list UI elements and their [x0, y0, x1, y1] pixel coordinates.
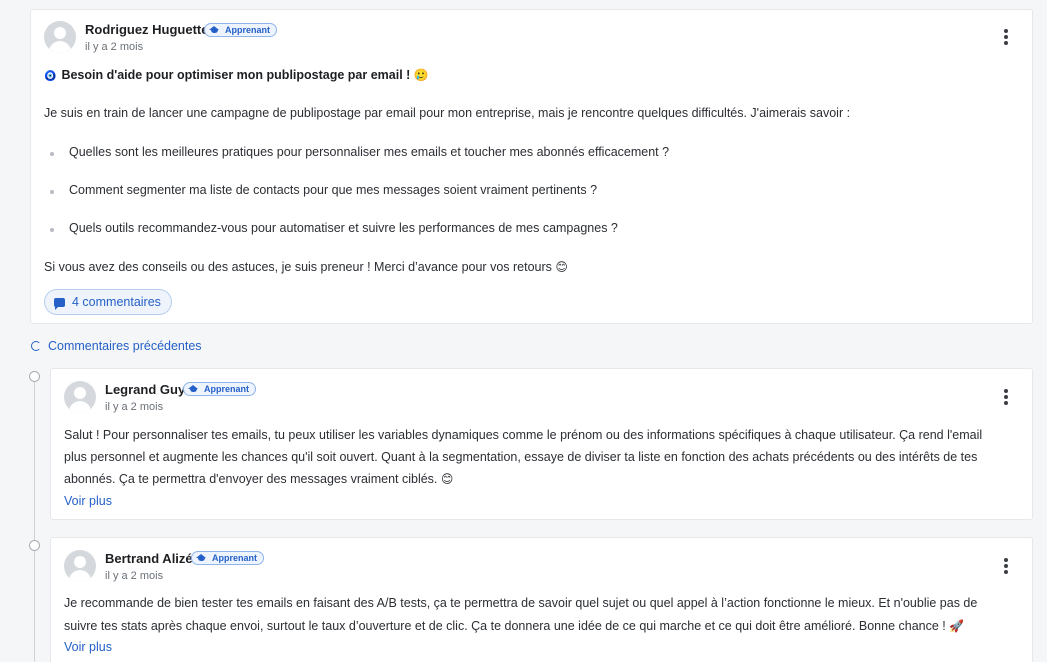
- comment-line: Je recommande de bien tester tes emails …: [64, 596, 978, 610]
- more-vertical-icon[interactable]: [1001, 29, 1011, 45]
- more-vertical-icon[interactable]: [1001, 389, 1011, 405]
- bullet-dot: [50, 228, 54, 232]
- nazar-emoji: 🧿: [44, 71, 57, 82]
- post-closing-text: Si vous avez des conseils ou des astuces…: [44, 260, 552, 274]
- comments-count-label: 4 commentaires: [72, 295, 161, 309]
- chat-bubble-icon: [54, 297, 65, 310]
- user-avatar-icon[interactable]: [64, 381, 96, 413]
- comment-card: Legrand Guy Apprenant il y a 2 mois Salu…: [50, 368, 1033, 520]
- user-avatar-icon[interactable]: [44, 21, 76, 53]
- graduation-cap-icon: [196, 554, 207, 562]
- post-title: 🧿 Besoin d'aide pour optimiser mon publip…: [44, 68, 429, 82]
- apprenant-badge: Apprenant: [183, 382, 256, 396]
- comment-line: Salut ! Pour personnaliser tes emails, t…: [64, 428, 983, 442]
- comment-timestamp: il y a 2 mois: [105, 570, 164, 582]
- badge-label: Apprenant: [212, 553, 257, 563]
- refresh-icon: [31, 341, 41, 351]
- comment-card: Bertrand Alizé Apprenant il y a 2 mois J…: [50, 537, 1033, 662]
- graduation-cap-icon: [209, 26, 220, 34]
- smile-emoji: 😊: [555, 260, 568, 274]
- apprenant-badge: Apprenant: [204, 23, 277, 37]
- thread-node: [29, 540, 40, 551]
- post-intro: Je suis en train de lancer une campagne …: [44, 106, 851, 120]
- bullet-dot: [50, 190, 54, 194]
- thread-line: [34, 377, 35, 662]
- post-bullet-2: Comment segmenter ma liste de contacts p…: [69, 183, 598, 197]
- see-more-link[interactable]: Voir plus: [64, 640, 112, 654]
- post-author-name[interactable]: Rodriguez Huguette: [85, 22, 209, 37]
- post-closing: Si vous avez des conseils ou des astuces…: [44, 260, 568, 274]
- more-vertical-icon[interactable]: [1001, 558, 1011, 574]
- smile-emoji: 😊: [440, 472, 454, 486]
- comment-timestamp: il y a 2 mois: [105, 401, 164, 413]
- badge-label: Apprenant: [204, 384, 249, 394]
- smiling-tear-emoji: 🥲: [413, 68, 429, 82]
- rocket-emoji: 🚀: [949, 619, 965, 633]
- post-card: Rodriguez Huguette Apprenant il y a 2 mo…: [30, 9, 1033, 324]
- comment-line-last: abonnés. Ça te permettra d'envoyer des m…: [64, 472, 453, 486]
- comment-line-last: suivre tes stats après chaque envoi, sur…: [64, 619, 964, 633]
- comment-author-name[interactable]: Bertrand Alizé: [105, 551, 193, 566]
- badge-label: Apprenant: [225, 25, 270, 35]
- see-more-link[interactable]: Voir plus: [64, 494, 112, 508]
- apprenant-badge: Apprenant: [191, 551, 264, 565]
- thread-node: [29, 371, 40, 382]
- bullet-dot: [50, 152, 54, 156]
- comments-count-button[interactable]: 4 commentaires: [44, 289, 172, 315]
- post-bullet-1: Quelles sont les meilleures pratiques po…: [69, 145, 670, 159]
- previous-comments-label: Commentaires précédentes: [48, 339, 202, 353]
- comment-line-text: suivre tes stats après chaque envoi, sur…: [64, 619, 946, 633]
- post-timestamp: il y a 2 mois: [85, 41, 144, 53]
- previous-comments-link[interactable]: Commentaires précédentes: [31, 339, 202, 353]
- post-bullet-3: Quels outils recommandez-vous pour autom…: [69, 221, 618, 235]
- comment-line-text: abonnés. Ça te permettra d'envoyer des m…: [64, 472, 438, 486]
- post-title-text: Besoin d'aide pour optimiser mon publipo…: [61, 68, 411, 82]
- graduation-cap-icon: [188, 385, 199, 393]
- comment-author-name[interactable]: Legrand Guy: [105, 382, 185, 397]
- user-avatar-icon[interactable]: [64, 550, 96, 582]
- comment-line: plus personnel et augmente les chances q…: [64, 450, 978, 464]
